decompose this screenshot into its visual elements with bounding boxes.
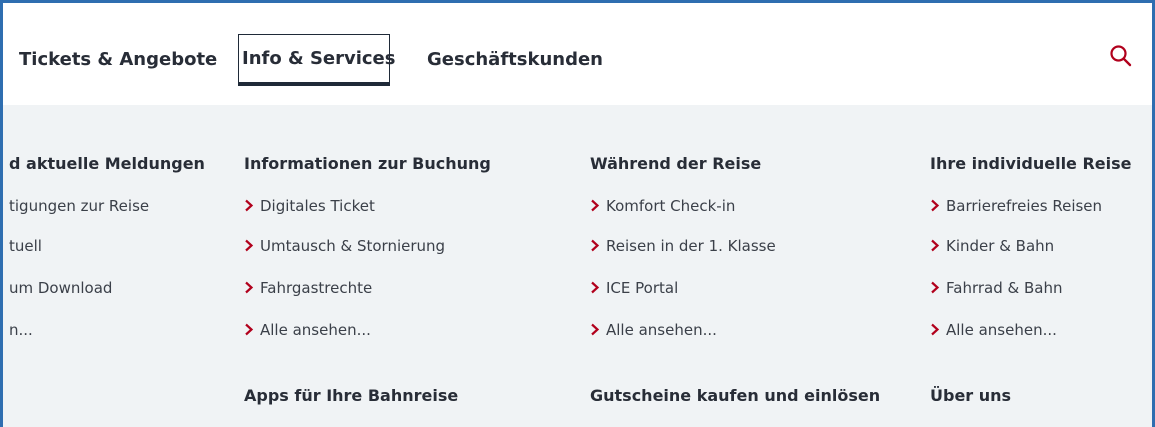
top-navigation: Tickets & Angebote Info & Services Gesch… bbox=[3, 3, 1152, 105]
chevron-right-icon bbox=[930, 321, 946, 339]
chevron-right-icon bbox=[590, 237, 606, 255]
column-title: Während der Reise bbox=[590, 154, 762, 173]
nav-tickets-angebote[interactable]: Tickets & Angebote bbox=[19, 49, 217, 70]
column-title-apps: Apps für Ihre Bahnreise bbox=[244, 386, 459, 405]
menu-link-erste-klasse[interactable]: Reisen in der 1. Klasse bbox=[590, 237, 776, 255]
menu-link-komfort-checkin[interactable]: Komfort Check-in bbox=[590, 197, 735, 215]
column-title: Informationen zur Buchung bbox=[244, 154, 491, 173]
mega-menu-panel: d aktuelle Meldungen tigungen zur Reise … bbox=[3, 105, 1152, 427]
column-title-gutscheine: Gutscheine kaufen und einlösen bbox=[590, 386, 881, 405]
menu-link-alle-ansehen[interactable]: Alle ansehen... bbox=[930, 321, 1057, 339]
menu-link-label: Kinder & Bahn bbox=[946, 237, 1055, 255]
chevron-right-icon bbox=[244, 279, 260, 297]
menu-link-label: Komfort Check-in bbox=[606, 197, 736, 215]
menu-link-label: Alle ansehen... bbox=[260, 321, 371, 339]
menu-link-label: Reisen in der 1. Klasse bbox=[606, 237, 776, 255]
menu-link-label: ICE Portal bbox=[606, 279, 679, 297]
menu-link-label: Umtausch & Stornierung bbox=[260, 237, 446, 255]
menu-link-label: Fahrrad & Bahn bbox=[946, 279, 1063, 297]
chevron-right-icon bbox=[590, 279, 606, 297]
menu-link[interactable]: tuell bbox=[9, 237, 42, 255]
menu-link-umtausch[interactable]: Umtausch & Stornierung bbox=[244, 237, 445, 255]
column-title: Ihre individuelle Reise bbox=[930, 154, 1132, 173]
menu-link[interactable]: um Download bbox=[9, 279, 112, 297]
chevron-right-icon bbox=[244, 197, 260, 215]
menu-link-label: Alle ansehen... bbox=[606, 321, 717, 339]
search-button[interactable] bbox=[1108, 43, 1136, 71]
search-icon bbox=[1108, 45, 1134, 73]
menu-link-label: Fahrgastrechte bbox=[260, 279, 373, 297]
menu-link-kinder-bahn[interactable]: Kinder & Bahn bbox=[930, 237, 1054, 255]
chevron-right-icon bbox=[244, 321, 260, 339]
chevron-right-icon bbox=[590, 197, 606, 215]
menu-link-digitales-ticket[interactable]: Digitales Ticket bbox=[244, 197, 375, 215]
menu-link-label: Digitales Ticket bbox=[260, 197, 375, 215]
menu-link-alle-ansehen[interactable]: Alle ansehen... bbox=[244, 321, 371, 339]
nav-info-services[interactable]: Info & Services bbox=[238, 34, 395, 86]
menu-link[interactable]: n... bbox=[9, 321, 33, 339]
menu-link-fahrrad-bahn[interactable]: Fahrrad & Bahn bbox=[930, 279, 1062, 297]
chevron-right-icon bbox=[244, 237, 260, 255]
chevron-right-icon bbox=[930, 197, 946, 215]
chevron-right-icon bbox=[590, 321, 606, 339]
menu-link-label: Barrierefreies Reisen bbox=[946, 197, 1103, 215]
nav-geschaeftskunden[interactable]: Geschäftskunden bbox=[427, 49, 603, 70]
menu-link-barrierefreies-reisen[interactable]: Barrierefreies Reisen bbox=[930, 197, 1102, 215]
browser-frame: Tickets & Angebote Info & Services Gesch… bbox=[0, 0, 1155, 427]
chevron-right-icon bbox=[930, 237, 946, 255]
column-title-ueber-uns: Über uns bbox=[930, 386, 1012, 405]
menu-link[interactable]: tigungen zur Reise bbox=[9, 197, 149, 215]
menu-link-alle-ansehen[interactable]: Alle ansehen... bbox=[590, 321, 717, 339]
chevron-right-icon bbox=[930, 279, 946, 297]
column-title: d aktuelle Meldungen bbox=[9, 154, 205, 173]
menu-link-label: Alle ansehen... bbox=[946, 321, 1057, 339]
menu-link-fahrgastrechte[interactable]: Fahrgastrechte bbox=[244, 279, 372, 297]
menu-link-ice-portal[interactable]: ICE Portal bbox=[590, 279, 678, 297]
